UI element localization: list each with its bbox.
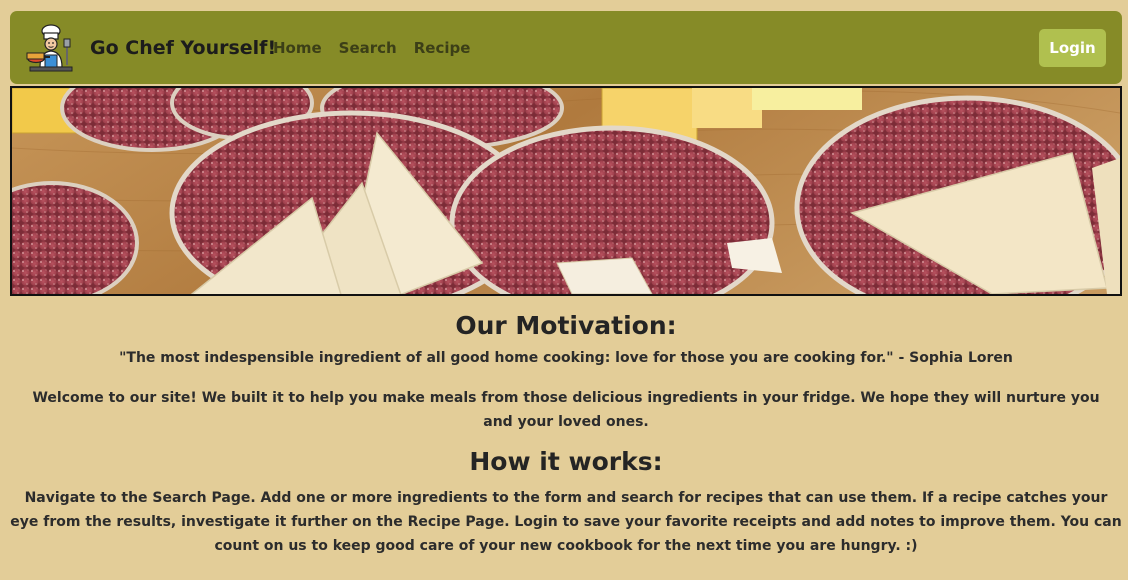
how-it-works-text: Navigate to the Search Page. Add one or … bbox=[10, 490, 1122, 554]
main-content: Our Motivation: "The most indespensible … bbox=[10, 306, 1122, 558]
nav-link-search[interactable]: Search bbox=[339, 39, 397, 57]
motivation-heading: Our Motivation: bbox=[455, 311, 677, 340]
salami-and-cheese-board-photo bbox=[12, 88, 1120, 294]
login-button[interactable]: Login bbox=[1039, 29, 1106, 67]
navbar: Go Chef Yourself! Home Search Recipe Log… bbox=[10, 11, 1122, 84]
nav-links: Home Search Recipe bbox=[273, 11, 470, 84]
welcome-text: Welcome to our site! We built it to help… bbox=[32, 390, 1100, 430]
brand[interactable]: Go Chef Yourself! bbox=[26, 23, 276, 73]
nav-link-recipe[interactable]: Recipe bbox=[414, 39, 471, 57]
nav-link-home[interactable]: Home bbox=[273, 39, 322, 57]
banner-image bbox=[10, 86, 1122, 296]
brand-name: Go Chef Yourself! bbox=[90, 37, 277, 59]
chef-cooking-icon bbox=[26, 24, 73, 72]
motivation-quote: "The most indespensible ingredient of al… bbox=[119, 350, 1013, 366]
how-it-works-heading: How it works: bbox=[469, 447, 663, 476]
